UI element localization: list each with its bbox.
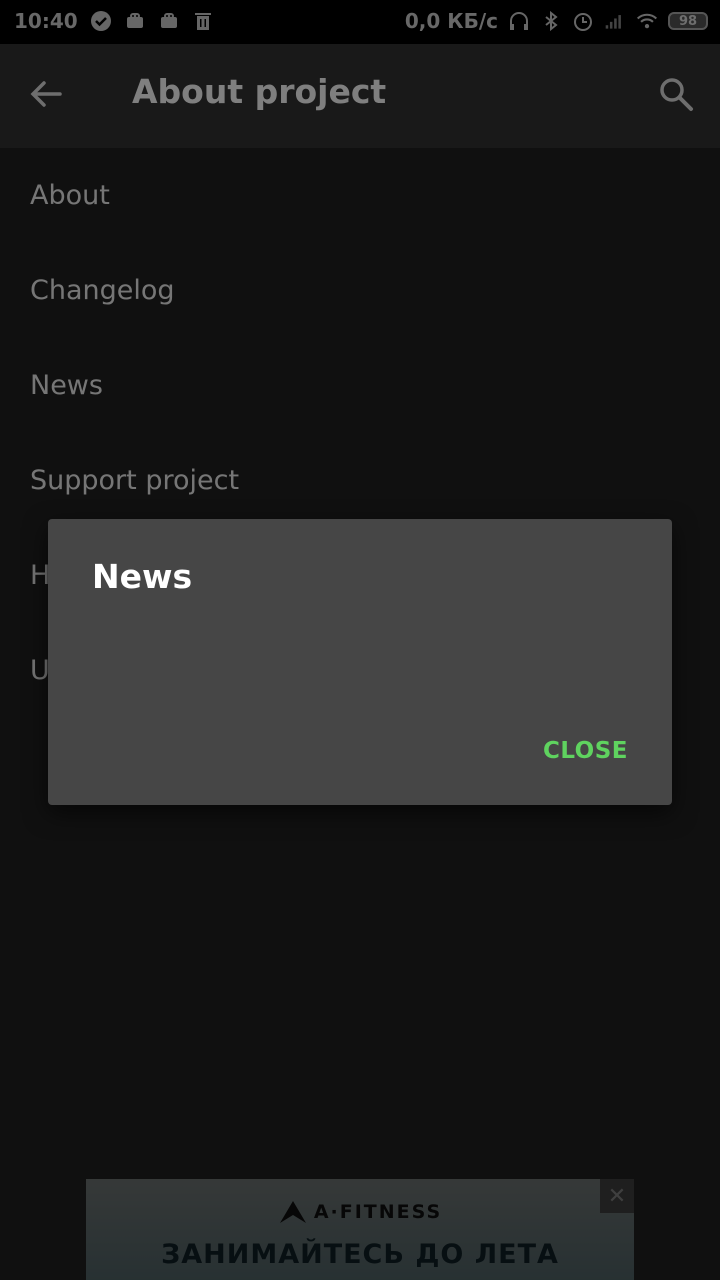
close-button[interactable]: CLOSE — [543, 738, 628, 764]
news-dialog: News CLOSE — [48, 519, 672, 805]
dialog-title: News — [92, 557, 193, 596]
